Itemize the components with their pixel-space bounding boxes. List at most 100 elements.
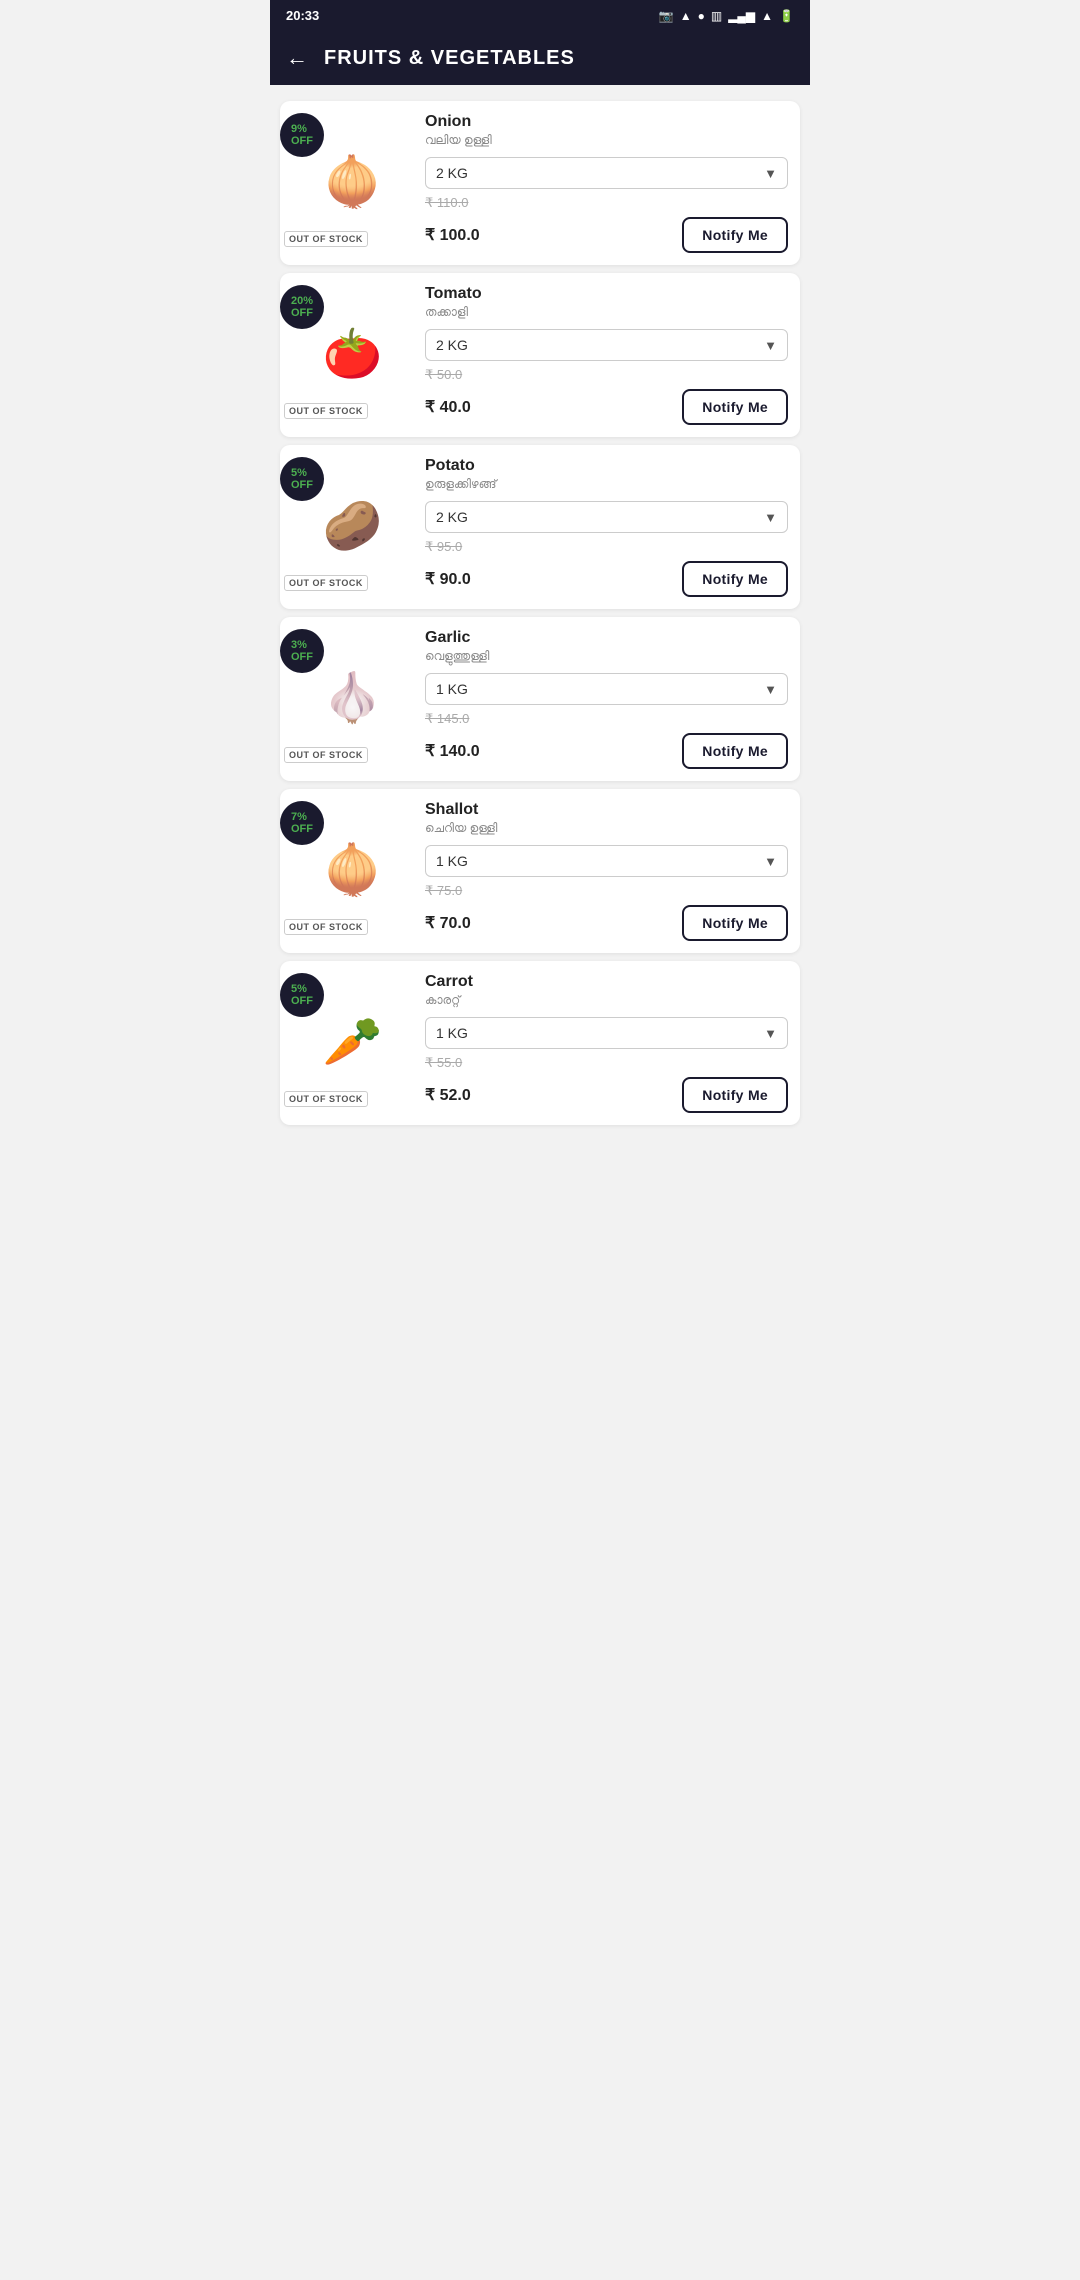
- product-name-local-tomato: തക്കാളി: [425, 305, 468, 319]
- product-info-potato: Potato ഉരുളക്കിഴങ്ങ് 2 KG ▼ ₹ 95.0 ₹ 90.…: [425, 457, 788, 597]
- price-row-bottom-carrot: ₹ 52.0 Notify Me: [425, 1077, 788, 1113]
- product-name-en-garlic: Garlic: [425, 629, 470, 646]
- out-of-stock-garlic: OUT OF STOCK: [284, 747, 368, 763]
- chevron-down-icon-tomato: ▼: [764, 338, 777, 353]
- notify-button-garlic[interactable]: Notify Me: [682, 733, 788, 769]
- product-card-carrot: 5%OFF 🥕 OUT OF STOCK Carrot കാരറ്റ് 1 KG…: [280, 961, 800, 1125]
- price-original-shallot: ₹ 75.0: [425, 883, 462, 899]
- quantity-value-carrot: 1 KG: [436, 1025, 468, 1041]
- product-name-en-tomato: Tomato: [425, 285, 482, 302]
- product-image-potato: 🥔: [308, 490, 398, 565]
- price-row-carrot: ₹ 55.0: [425, 1055, 788, 1071]
- discount-badge-potato: 5%OFF: [280, 457, 324, 501]
- notify-button-carrot[interactable]: Notify Me: [682, 1077, 788, 1113]
- product-image-tomato: 🍅: [308, 318, 398, 393]
- discount-badge-shallot: 7%OFF: [280, 801, 324, 845]
- product-name-en-carrot: Carrot: [425, 973, 473, 990]
- discount-badge-onion: 9%OFF: [280, 113, 324, 157]
- quantity-value-potato: 2 KG: [436, 509, 468, 525]
- signal-icon: ▂▄▆: [728, 9, 755, 23]
- product-image-wrapper-onion: 9%OFF 🧅 OUT OF STOCK: [280, 113, 425, 253]
- quantity-value-shallot: 1 KG: [436, 853, 468, 869]
- product-image-shallot: 🧅: [308, 834, 398, 909]
- chevron-down-icon-onion: ▼: [764, 166, 777, 181]
- quantity-selector-garlic[interactable]: 1 KG ▼: [425, 673, 788, 705]
- notify-button-potato[interactable]: Notify Me: [682, 561, 788, 597]
- chevron-down-icon-carrot: ▼: [764, 1026, 777, 1041]
- out-of-stock-carrot: OUT OF STOCK: [284, 1091, 368, 1107]
- quantity-selector-tomato[interactable]: 2 KG ▼: [425, 329, 788, 361]
- quantity-value-onion: 2 KG: [436, 165, 468, 181]
- chevron-down-icon-shallot: ▼: [764, 854, 777, 869]
- price-row-onion: ₹ 110.0: [425, 195, 788, 211]
- product-info-onion: Onion വലിയ ഉള്ളി 2 KG ▼ ₹ 110.0 ₹ 100.0 …: [425, 113, 788, 253]
- back-button[interactable]: ←: [286, 45, 308, 71]
- product-card-onion: 9%OFF 🧅 OUT OF STOCK Onion വലിയ ഉള്ളി 2 …: [280, 101, 800, 265]
- battery-icon: 🔋: [779, 9, 794, 23]
- notify-button-shallot[interactable]: Notify Me: [682, 905, 788, 941]
- product-name-onion: Onion വലിയ ഉള്ളി: [425, 113, 788, 149]
- product-image-wrapper-garlic: 3%OFF 🧄 OUT OF STOCK: [280, 629, 425, 769]
- notify-button-onion[interactable]: Notify Me: [682, 217, 788, 253]
- chevron-down-icon-garlic: ▼: [764, 682, 777, 697]
- product-card-potato: 5%OFF 🥔 OUT OF STOCK Potato ഉരുളക്കിഴങ്ങ…: [280, 445, 800, 609]
- camera-icon: 📷: [659, 9, 674, 23]
- product-image-wrapper-tomato: 20%OFF 🍅 OUT OF STOCK: [280, 285, 425, 425]
- notify-button-tomato[interactable]: Notify Me: [682, 389, 788, 425]
- product-image-garlic: 🧄: [308, 662, 398, 737]
- quantity-value-tomato: 2 KG: [436, 337, 468, 353]
- status-bar: 20:33 📷 ▲ ● ▥ ▂▄▆ ▲ 🔋: [270, 0, 810, 31]
- price-row-bottom-shallot: ₹ 70.0 Notify Me: [425, 905, 788, 941]
- product-name-carrot: Carrot കാരറ്റ്: [425, 973, 788, 1009]
- product-image-wrapper-potato: 5%OFF 🥔 OUT OF STOCK: [280, 457, 425, 597]
- product-card-shallot: 7%OFF 🧅 OUT OF STOCK Shallot ചെറിയ ഉള്ളി…: [280, 789, 800, 953]
- product-image-wrapper-shallot: 7%OFF 🧅 OUT OF STOCK: [280, 801, 425, 941]
- product-name-potato: Potato ഉരുളക്കിഴങ്ങ്: [425, 457, 788, 493]
- price-row-bottom-garlic: ₹ 140.0 Notify Me: [425, 733, 788, 769]
- price-current-tomato: ₹ 40.0: [425, 397, 471, 417]
- product-card-tomato: 20%OFF 🍅 OUT OF STOCK Tomato തക്കാളി 2 K…: [280, 273, 800, 437]
- quantity-selector-onion[interactable]: 2 KG ▼: [425, 157, 788, 189]
- price-row-bottom-onion: ₹ 100.0 Notify Me: [425, 217, 788, 253]
- product-name-local-onion: വലിയ ഉള്ളി: [425, 133, 492, 147]
- out-of-stock-tomato: OUT OF STOCK: [284, 403, 368, 419]
- price-current-onion: ₹ 100.0: [425, 225, 480, 245]
- price-row-tomato: ₹ 50.0: [425, 367, 788, 383]
- status-icons: 📷 ▲ ● ▥ ▂▄▆ ▲ 🔋: [659, 9, 794, 23]
- price-current-potato: ₹ 90.0: [425, 569, 471, 589]
- out-of-stock-potato: OUT OF STOCK: [284, 575, 368, 591]
- price-current-carrot: ₹ 52.0: [425, 1085, 471, 1105]
- product-info-shallot: Shallot ചെറിയ ഉള്ളി 1 KG ▼ ₹ 75.0 ₹ 70.0…: [425, 801, 788, 941]
- quantity-selector-potato[interactable]: 2 KG ▼: [425, 501, 788, 533]
- product-name-local-carrot: കാരറ്റ്: [425, 993, 460, 1007]
- price-original-onion: ₹ 110.0: [425, 195, 468, 211]
- dot-icon: ●: [698, 9, 705, 23]
- status-time: 20:33: [286, 8, 319, 23]
- price-row-shallot: ₹ 75.0: [425, 883, 788, 899]
- price-row-bottom-tomato: ₹ 40.0 Notify Me: [425, 389, 788, 425]
- product-image-wrapper-carrot: 5%OFF 🥕 OUT OF STOCK: [280, 973, 425, 1113]
- out-of-stock-shallot: OUT OF STOCK: [284, 919, 368, 935]
- discount-badge-tomato: 20%OFF: [280, 285, 324, 329]
- product-name-garlic: Garlic വെളുത്തുള്ളി: [425, 629, 788, 665]
- price-current-shallot: ₹ 70.0: [425, 913, 471, 933]
- out-of-stock-onion: OUT OF STOCK: [284, 231, 368, 247]
- discount-badge-garlic: 3%OFF: [280, 629, 324, 673]
- wifi-icon: ▲: [761, 9, 773, 23]
- discount-badge-carrot: 5%OFF: [280, 973, 324, 1017]
- price-original-tomato: ₹ 50.0: [425, 367, 462, 383]
- product-info-garlic: Garlic വെളുത്തുള്ളി 1 KG ▼ ₹ 145.0 ₹ 140…: [425, 629, 788, 769]
- product-name-en-shallot: Shallot: [425, 801, 478, 818]
- price-original-garlic: ₹ 145.0: [425, 711, 469, 727]
- nav-icon: ▲: [680, 9, 692, 23]
- price-current-garlic: ₹ 140.0: [425, 741, 480, 761]
- vibrate-icon: ▥: [711, 9, 722, 23]
- chevron-down-icon-potato: ▼: [764, 510, 777, 525]
- product-image-carrot: 🥕: [308, 1006, 398, 1081]
- product-image-onion: 🧅: [308, 146, 398, 221]
- product-name-tomato: Tomato തക്കാളി: [425, 285, 788, 321]
- quantity-selector-shallot[interactable]: 1 KG ▼: [425, 845, 788, 877]
- quantity-selector-carrot[interactable]: 1 KG ▼: [425, 1017, 788, 1049]
- product-name-local-potato: ഉരുളക്കിഴങ്ങ്: [425, 477, 496, 491]
- product-info-tomato: Tomato തക്കാളി 2 KG ▼ ₹ 50.0 ₹ 40.0 Noti…: [425, 285, 788, 425]
